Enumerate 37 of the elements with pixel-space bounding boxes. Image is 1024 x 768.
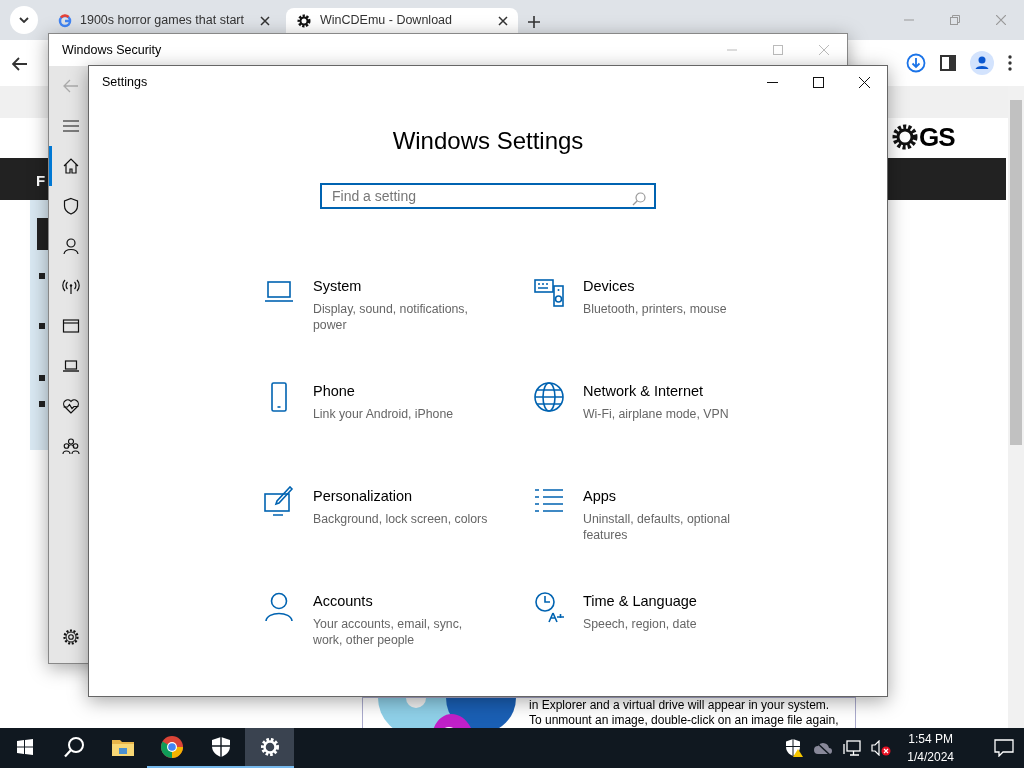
body-text: in Explorer and a virtual drive will appear in your system. bbox=[529, 698, 831, 713]
category-name: Time & Language bbox=[583, 592, 698, 611]
category-name: Accounts bbox=[313, 592, 374, 611]
clock[interactable]: 1:54 PM 1/4/2024 bbox=[901, 730, 960, 766]
category-name: Apps bbox=[583, 487, 618, 506]
date-text: 1/4/2024 bbox=[907, 749, 954, 766]
logo-text: GS bbox=[919, 124, 955, 150]
category-name: System bbox=[313, 277, 363, 296]
settings-category[interactable]: Time & Language Speech, region, date bbox=[533, 591, 763, 696]
settings-category[interactable]: Apps Uninstall, defaults, optional features bbox=[533, 486, 763, 591]
settings-category[interactable]: Devices Bluetooth, printers, mouse bbox=[533, 276, 763, 381]
body-text: To unmount an image, double-click on an image file again, bbox=[529, 713, 839, 728]
category-description: Wi-Fi, airplane mode, VPN bbox=[583, 405, 730, 422]
settings-category[interactable]: Personalization Background, lock screen, colors bbox=[263, 486, 533, 591]
category-name: Phone bbox=[313, 382, 356, 401]
category-description: Background, lock screen, colors bbox=[313, 510, 489, 527]
category-description: Speech, region, date bbox=[583, 615, 698, 632]
browser-tab[interactable]: 1900s horror games that start bbox=[48, 8, 280, 33]
settings-category[interactable]: System Display, sound, notifications, power bbox=[263, 276, 533, 381]
search-field[interactable]: Find a setting bbox=[320, 183, 656, 209]
category-description: Display, sound, notifications, power bbox=[313, 300, 469, 333]
page-heading: Windows Settings bbox=[392, 126, 584, 156]
nav-link[interactable]: F bbox=[36, 170, 46, 193]
category-description: Uninstall, defaults, optional features bbox=[583, 510, 731, 543]
window-title: Settings bbox=[102, 74, 148, 92]
category-name: Network & Internet bbox=[583, 382, 705, 401]
settings-category[interactable]: Network & Internet Wi-Fi, airplane mode, VPN bbox=[533, 381, 763, 486]
window-title: Windows Security bbox=[62, 41, 162, 59]
settings-category[interactable]: Phone Link your Android, iPhone bbox=[263, 381, 533, 486]
category-name: Devices bbox=[583, 277, 636, 296]
category-description: Link your Android, iPhone bbox=[313, 405, 455, 422]
settings-category[interactable]: Accounts Your accounts, email, sync, work, other people bbox=[263, 591, 533, 696]
category-name: Personalization bbox=[313, 487, 414, 506]
category-description: Bluetooth, printers, mouse bbox=[583, 300, 728, 317]
browser-tab[interactable]: WinCDEmu - Download bbox=[286, 8, 518, 33]
time-text: 1:54 PM bbox=[907, 731, 954, 748]
category-description: Your accounts, email, sync, work, other people bbox=[313, 615, 464, 648]
